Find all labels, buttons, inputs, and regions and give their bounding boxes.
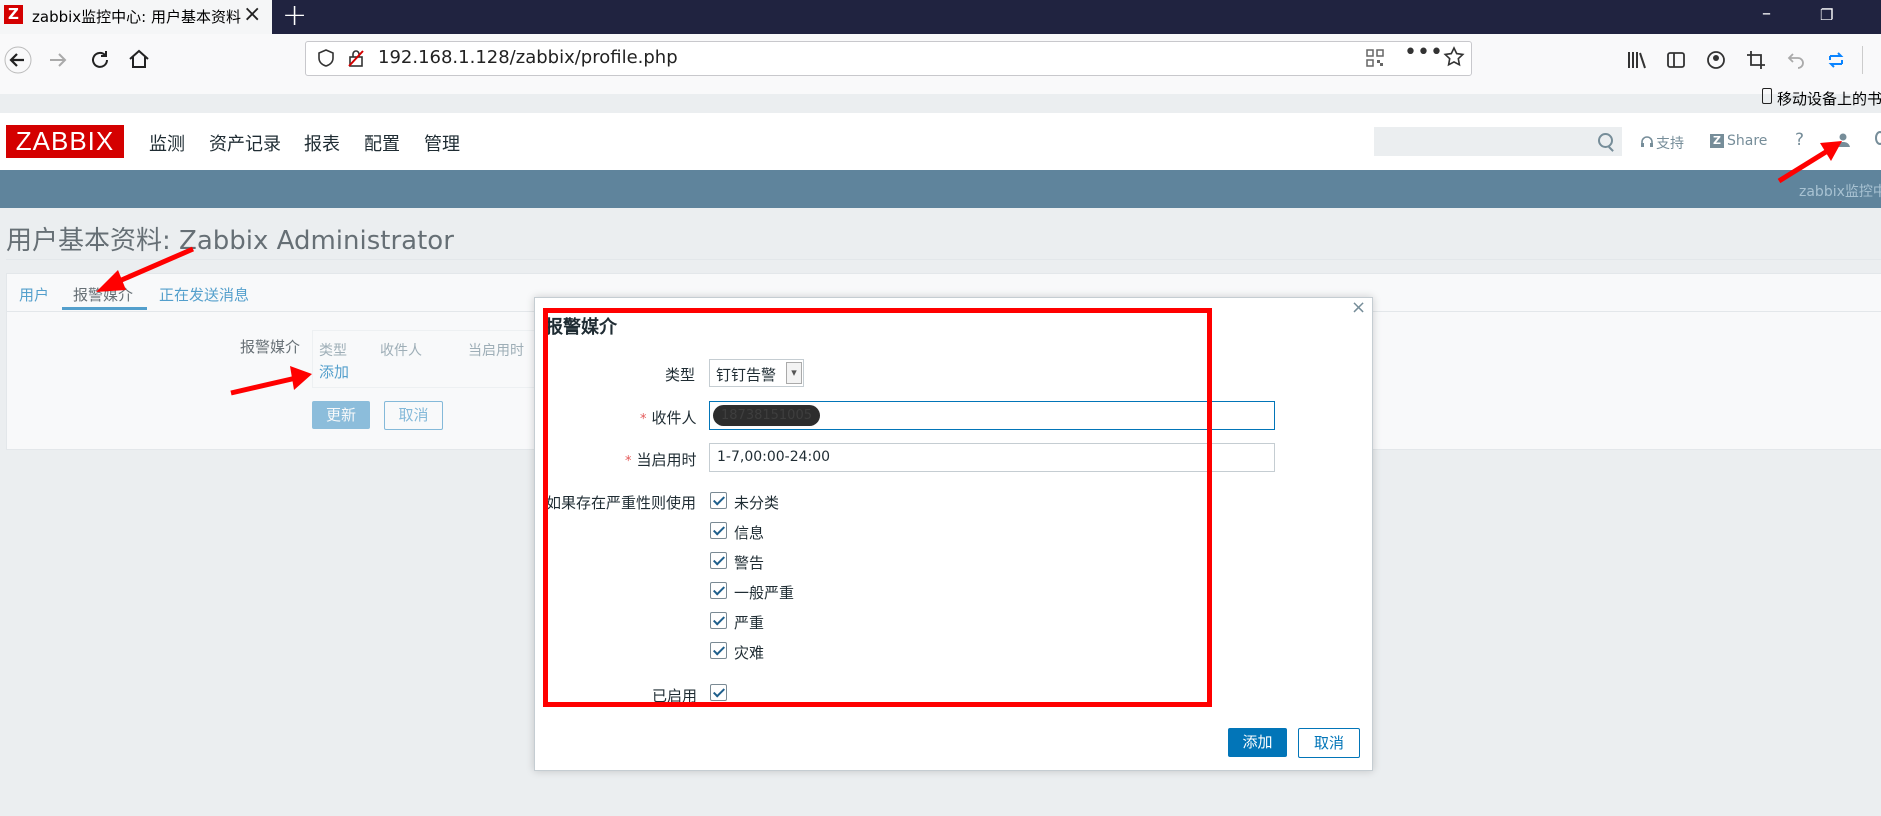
qr-code-icon[interactable] [1366,49,1384,71]
sidebar-icon[interactable] [1666,50,1686,74]
more-actions-icon[interactable]: ••• [1404,40,1443,65]
restore-icon[interactable]: ❐ [1820,6,1833,24]
browser-tab[interactable]: Z zabbix监控中心: 用户基本资料 × [0,0,272,34]
bookmark-star-icon[interactable] [1443,46,1465,72]
url-bar[interactable]: 192.168.1.128/zabbix/profile.php ••• [305,40,1472,76]
headset-icon [1640,134,1654,153]
menu-reports[interactable]: 报表 [304,130,340,156]
url-text[interactable]: 192.168.1.128/zabbix/profile.php [378,47,678,68]
browser-tab-title: zabbix监控中心: 用户基本资料 [32,8,241,26]
home-icon[interactable] [127,47,151,77]
server-name-band [0,170,1881,208]
sync-icon[interactable] [1826,50,1846,74]
menu-administration[interactable]: 管理 [424,130,460,156]
dialog-add-button[interactable]: 添加 [1228,728,1287,757]
share-z-icon: Z [1710,134,1724,148]
account-icon[interactable] [1706,50,1726,74]
forward-icon[interactable] [46,48,70,78]
toolbar-divider [1862,46,1863,74]
zabbix-logo[interactable]: ZABBIX [6,125,124,158]
undo-icon[interactable] [1786,50,1806,74]
shield-icon[interactable] [316,48,336,72]
share-link[interactable]: Share [1727,133,1767,149]
reload-icon[interactable] [88,48,112,78]
insecure-lock-icon[interactable] [346,48,366,72]
back-icon[interactable] [4,46,32,80]
menu-inventory[interactable]: 资产记录 [209,130,281,156]
support-link[interactable]: 支持 [1656,133,1684,153]
mobile-bookmarks-link[interactable]: 移动设备上的书 [1777,88,1881,109]
annotation-highlight-box [543,308,1212,707]
help-icon[interactable]: ? [1795,130,1804,150]
dialog-cancel-button[interactable]: 取消 [1298,728,1360,758]
tab-close-icon[interactable]: × [243,2,261,27]
mobile-device-icon [1762,88,1772,104]
power-icon[interactable] [1875,131,1881,145]
global-search-input[interactable] [1374,127,1622,156]
zabbix-favicon-icon: Z [4,5,23,24]
minimize-icon[interactable]: – [1762,3,1771,24]
menu-configuration[interactable]: 配置 [364,130,400,156]
library-icon[interactable] [1626,49,1648,75]
server-name: zabbix监控中 [1799,184,1881,200]
search-icon[interactable] [1598,133,1613,148]
user-profile-icon[interactable] [1835,132,1851,152]
new-tab-icon[interactable]: + [282,0,307,33]
menu-monitoring[interactable]: 监测 [149,130,185,156]
dialog-close-icon[interactable]: × [1351,297,1366,318]
crop-icon[interactable] [1746,50,1766,74]
